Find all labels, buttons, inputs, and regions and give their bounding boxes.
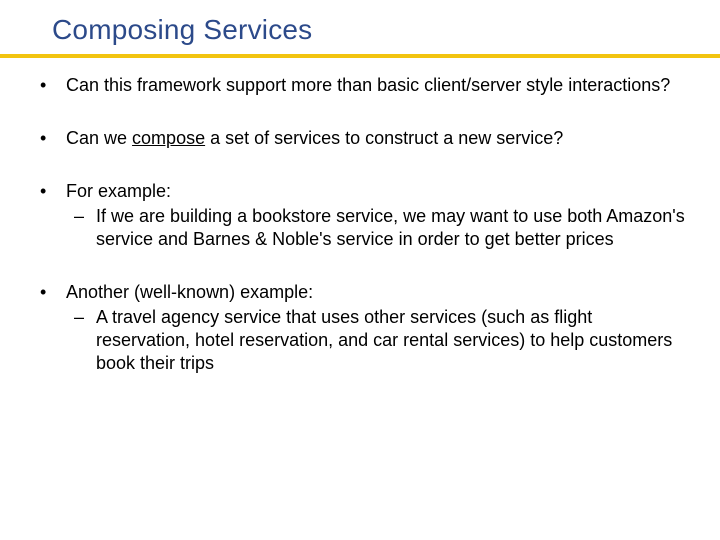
bullet-text-pre: Can we bbox=[66, 128, 132, 148]
slide-title: Composing Services bbox=[52, 14, 312, 46]
sub-bullet-text: If we are building a bookstore service, … bbox=[96, 206, 685, 249]
sub-bullet-list: If we are building a bookstore service, … bbox=[66, 205, 686, 251]
bullet-text: For example: bbox=[66, 181, 171, 201]
bullet-item: For example: If we are building a bookst… bbox=[34, 180, 686, 251]
bullet-text-underlined: compose bbox=[132, 128, 205, 148]
sub-bullet-item: If we are building a bookstore service, … bbox=[66, 205, 686, 251]
bullet-text-post: a set of services to construct a new ser… bbox=[205, 128, 563, 148]
sub-bullet-list: A travel agency service that uses other … bbox=[66, 306, 686, 375]
sub-bullet-text: A travel agency service that uses other … bbox=[96, 307, 672, 373]
bullet-item: Another (well-known) example: A travel a… bbox=[34, 281, 686, 375]
title-underline-bar bbox=[0, 54, 720, 58]
bullet-text: Can this framework support more than bas… bbox=[66, 75, 670, 95]
slide: Composing Services Can this framework su… bbox=[0, 0, 720, 540]
sub-bullet-item: A travel agency service that uses other … bbox=[66, 306, 686, 375]
bullet-item: Can this framework support more than bas… bbox=[34, 74, 686, 97]
bullet-item: Can we compose a set of services to cons… bbox=[34, 127, 686, 150]
slide-content: Can this framework support more than bas… bbox=[34, 74, 686, 405]
bullet-text: Another (well-known) example: bbox=[66, 282, 313, 302]
bullet-list: Can this framework support more than bas… bbox=[34, 74, 686, 375]
